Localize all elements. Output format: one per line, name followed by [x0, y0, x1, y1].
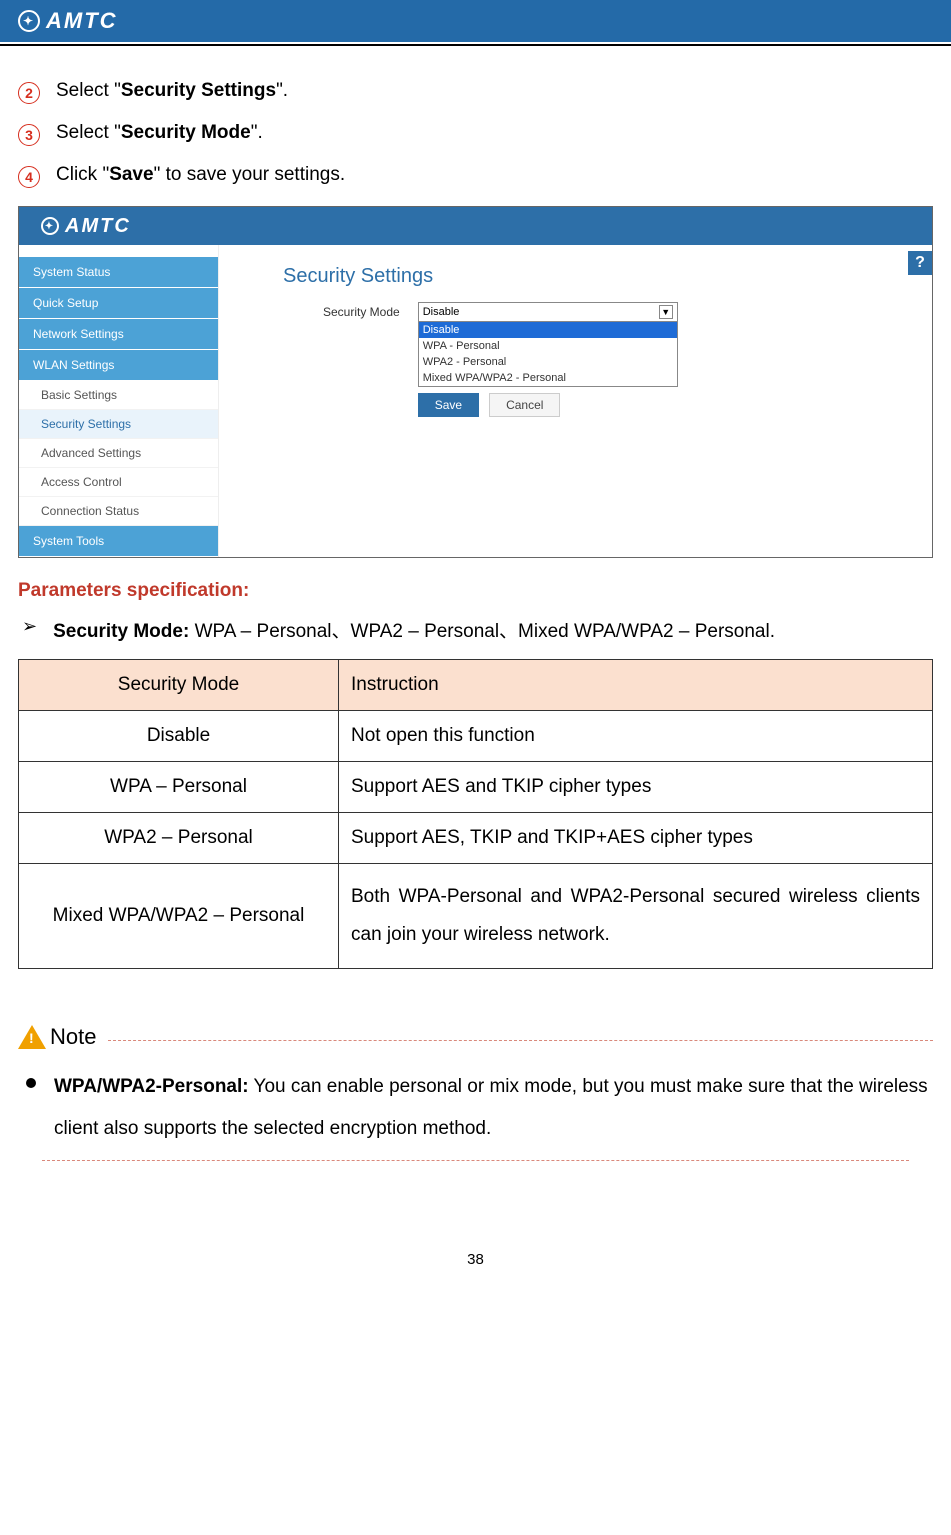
cell-instruction: Not open this function	[339, 711, 933, 762]
chevron-down-icon[interactable]: ▼	[659, 305, 673, 319]
step-text: Select "Security Mode".	[56, 122, 263, 144]
ui-main-panel: ? Security Settings Security Mode Disabl…	[219, 245, 932, 557]
form-buttons: Save Cancel	[418, 393, 678, 417]
select-value: Disable	[423, 306, 460, 318]
step-item: 3 Select "Security Mode".	[18, 122, 933, 146]
sidebar-item-system-tools[interactable]: System Tools	[19, 526, 218, 557]
cell-mode: Disable	[19, 711, 339, 762]
help-icon[interactable]: ?	[908, 251, 932, 275]
table-row: WPA – Personal Support AES and TKIP ciph…	[19, 762, 933, 813]
option-wpa-personal[interactable]: WPA - Personal	[419, 338, 677, 354]
warning-icon	[18, 1025, 46, 1049]
sidebar-item-quick-setup[interactable]: Quick Setup	[19, 288, 218, 319]
sidebar-sub-advanced-settings[interactable]: Advanced Settings	[19, 439, 218, 468]
security-mode-table: Security Mode Instruction Disable Not op…	[18, 659, 933, 969]
note-block: Note WPA/WPA2-Personal: You can enable p…	[18, 1024, 933, 1161]
ui-brand-text: AMTC	[65, 215, 131, 238]
sidebar-sub-basic-settings[interactable]: Basic Settings	[19, 381, 218, 410]
table-row: Disable Not open this function	[19, 711, 933, 762]
select-dropdown: Disable WPA - Personal WPA2 - Personal M…	[418, 322, 678, 387]
dot-bullet-icon	[26, 1078, 36, 1088]
th-security-mode: Security Mode	[19, 660, 339, 711]
security-mode-bullet: ➢ Security Mode: WPA – Personal、WPA2 – P…	[18, 616, 933, 643]
cell-instruction: Both WPA-Personal and WPA2-Personal secu…	[339, 864, 933, 969]
ui-brand-logo-icon: ✦	[41, 217, 59, 235]
table-row: Mixed WPA/WPA2 – Personal Both WPA-Perso…	[19, 864, 933, 969]
option-wpa2-personal[interactable]: WPA2 - Personal	[419, 354, 677, 370]
step-item: 4 Click "Save" to save your settings.	[18, 164, 933, 188]
router-ui-screenshot: ✦ AMTC System Status Quick Setup Network…	[18, 206, 933, 558]
sidebar-sub-access-control[interactable]: Access Control	[19, 468, 218, 497]
cell-instruction: Support AES and TKIP cipher types	[339, 762, 933, 813]
note-end-dash-line	[42, 1160, 909, 1161]
sidebar-sub-connection-status[interactable]: Connection Status	[19, 497, 218, 526]
option-mixed-wpa-wpa2[interactable]: Mixed WPA/WPA2 - Personal	[419, 370, 677, 386]
table-row: WPA2 – Personal Support AES, TKIP and TK…	[19, 813, 933, 864]
arrow-bullet-icon: ➢	[22, 616, 37, 637]
th-instruction: Instruction	[339, 660, 933, 711]
save-button[interactable]: Save	[418, 393, 479, 417]
form-label-security-mode: Security Mode	[323, 305, 400, 319]
note-body: WPA/WPA2-Personal: You can enable person…	[18, 1066, 933, 1150]
sidebar-sub-security-settings[interactable]: Security Settings	[19, 410, 218, 439]
brand-text: AMTC	[46, 8, 118, 34]
doc-header: ✦ AMTC	[0, 0, 951, 42]
cell-mode: WPA2 – Personal	[19, 813, 339, 864]
sidebar-item-network-settings[interactable]: Network Settings	[19, 319, 218, 350]
cell-mode: WPA – Personal	[19, 762, 339, 813]
ui-brand-logo: ✦ AMTC	[41, 215, 131, 238]
note-dash-line	[108, 1040, 933, 1041]
sidebar-item-system-status[interactable]: System Status	[19, 257, 218, 288]
sidebar-item-wlan-settings[interactable]: WLAN Settings	[19, 350, 218, 381]
security-mode-select[interactable]: Disable ▼ Disable WPA - Personal WPA2 - …	[418, 302, 678, 417]
note-title: Note	[50, 1024, 96, 1050]
cell-mode: Mixed WPA/WPA2 – Personal	[19, 864, 339, 969]
option-disable[interactable]: Disable	[419, 322, 677, 338]
step-badge: 2	[18, 82, 40, 104]
step-text: Select "Security Settings".	[56, 80, 288, 102]
ui-sidebar: System Status Quick Setup Network Settin…	[19, 245, 219, 557]
ui-topbar: ✦ AMTC	[19, 207, 932, 245]
parameters-heading: Parameters specification:	[18, 580, 933, 602]
step-badge: 4	[18, 166, 40, 188]
form-row-security-mode: Security Mode Disable ▼ Disable WPA - Pe…	[323, 302, 908, 417]
step-text: Click "Save" to save your settings.	[56, 164, 345, 186]
brand-logo-icon: ✦	[18, 10, 40, 32]
select-display[interactable]: Disable ▼	[418, 302, 678, 322]
step-item: 2 Select "Security Settings".	[18, 80, 933, 104]
note-text: WPA/WPA2-Personal: You can enable person…	[54, 1066, 933, 1150]
step-badge: 3	[18, 124, 40, 146]
brand-logo: ✦ AMTC	[18, 8, 118, 34]
page-number: 38	[18, 1251, 933, 1268]
panel-title: Security Settings	[283, 265, 908, 288]
cell-instruction: Support AES, TKIP and TKIP+AES cipher ty…	[339, 813, 933, 864]
cancel-button[interactable]: Cancel	[489, 393, 560, 417]
bullet-text: Security Mode: WPA – Personal、WPA2 – Per…	[53, 616, 775, 643]
step-list: 2 Select "Security Settings". 3 Select "…	[18, 80, 933, 188]
note-header: Note	[18, 1024, 933, 1050]
